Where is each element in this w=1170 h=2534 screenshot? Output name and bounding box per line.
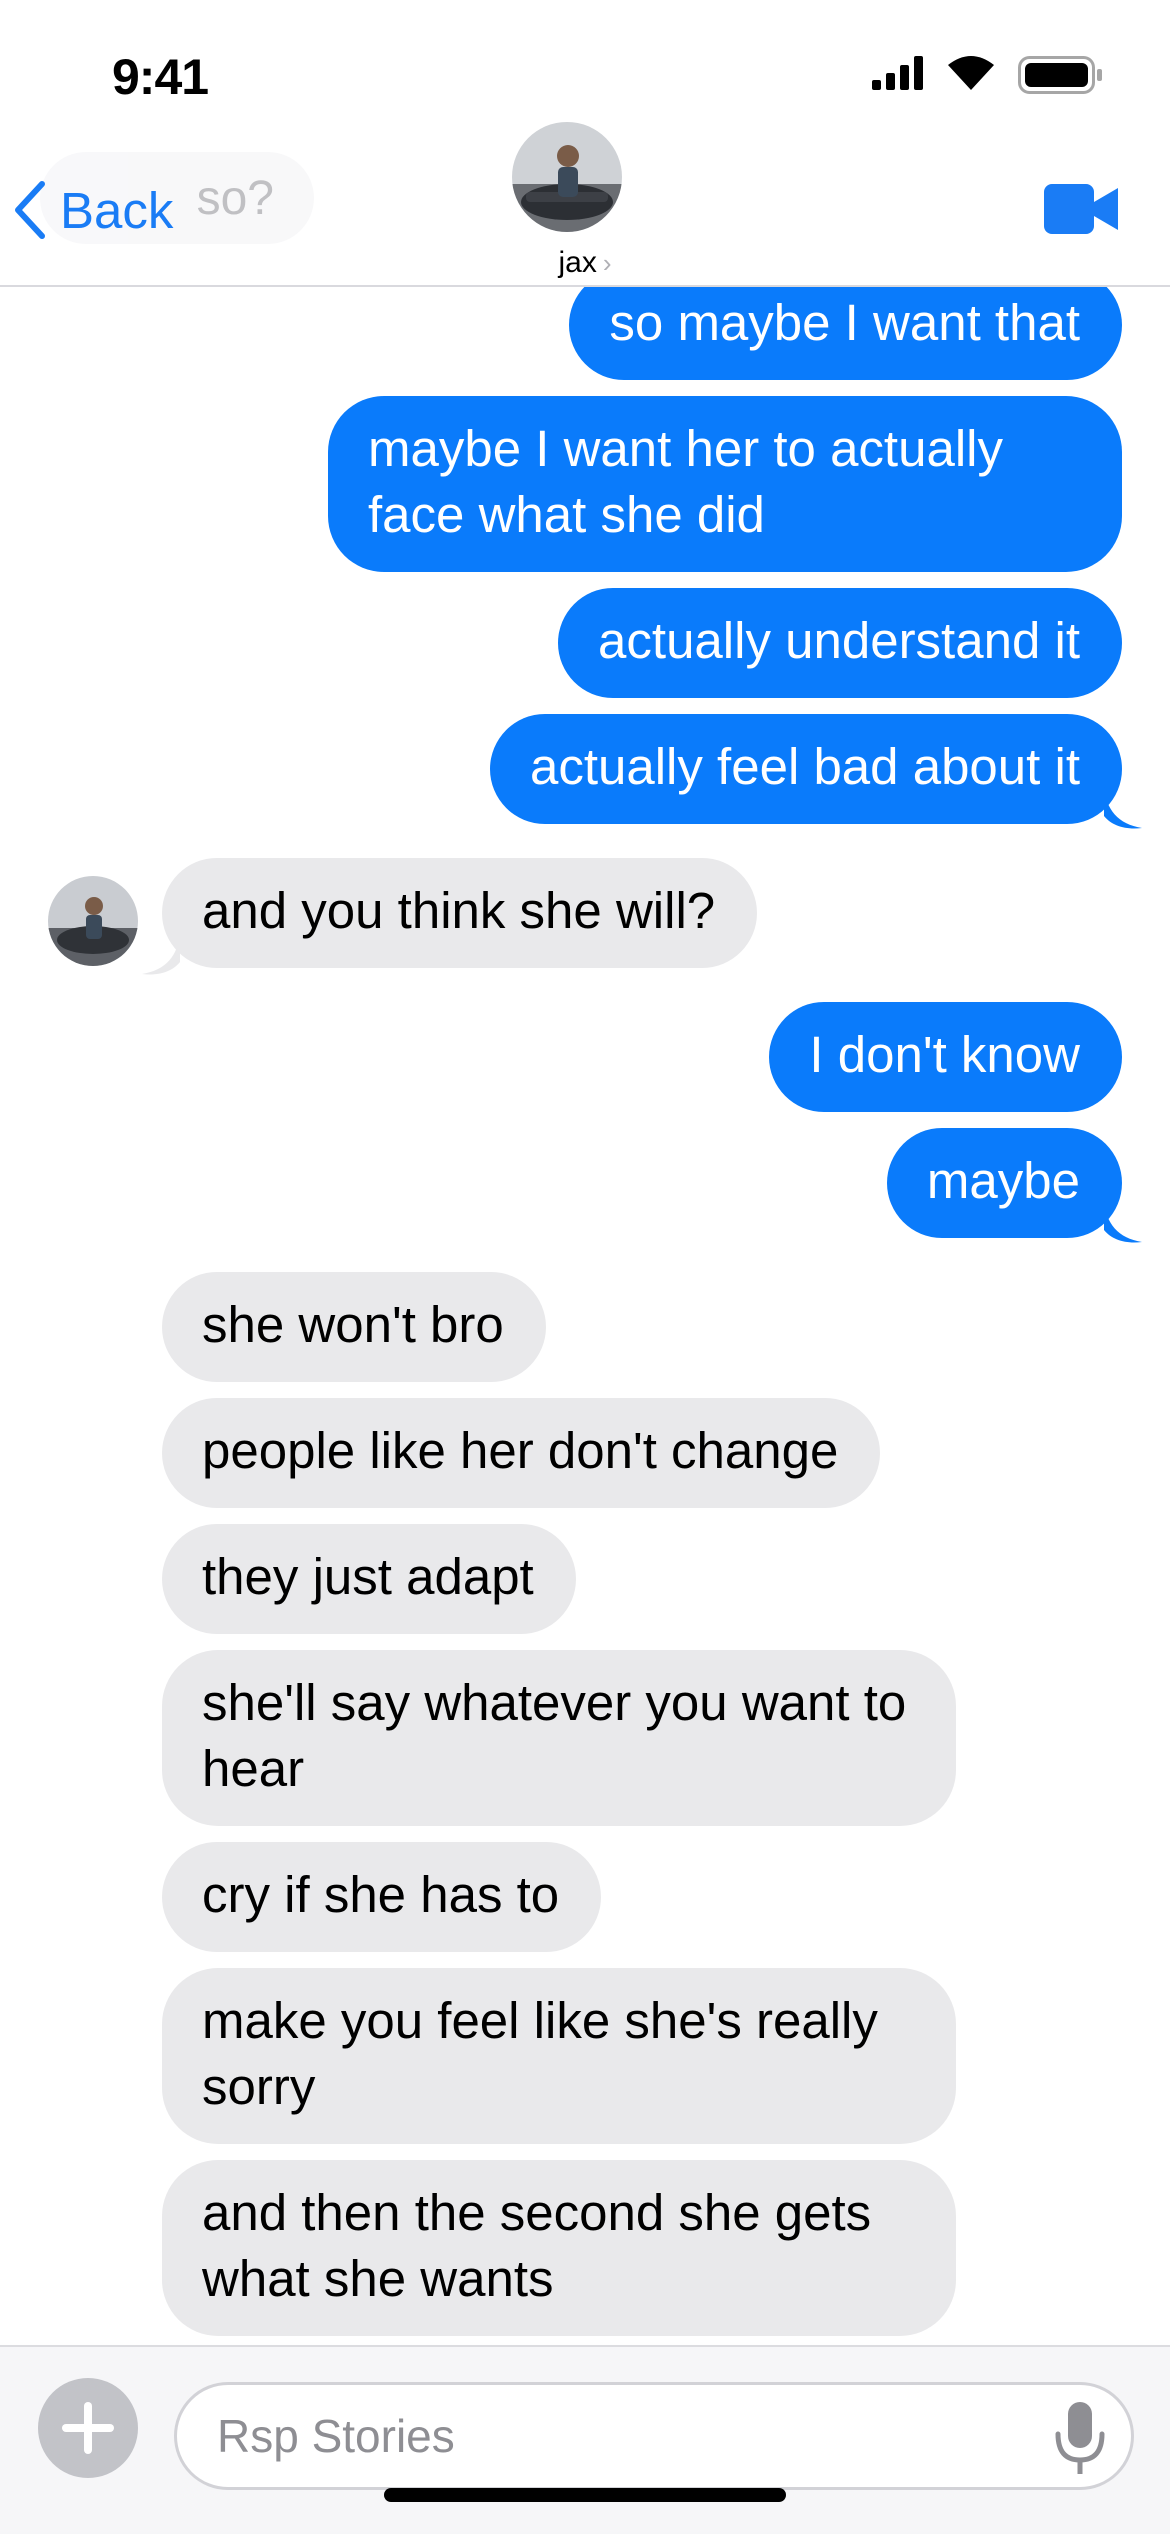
header-avatar[interactable] <box>512 122 622 232</box>
cellular-signal-icon <box>872 56 923 90</box>
message-bubble: they just adapt <box>162 1524 576 1634</box>
message-incoming[interactable]: people like her don't change <box>162 1398 881 1508</box>
contact-avatar[interactable] <box>48 876 138 966</box>
plus-icon <box>62 2402 114 2454</box>
microphone-icon <box>1055 2402 1105 2474</box>
battery-icon <box>1018 56 1102 94</box>
message-input[interactable] <box>174 2382 1134 2490</box>
message-list[interactable]: so maybe I want that maybe I want her to… <box>0 0 1170 2345</box>
message-outgoing[interactable]: actually understand it <box>558 588 1122 698</box>
message-outgoing[interactable]: actually feel bad about it <box>489 714 1142 829</box>
message-bubble: actually feel bad about it <box>489 714 1122 824</box>
plus-button[interactable] <box>38 2378 138 2478</box>
chevron-right-icon: › <box>602 248 612 278</box>
message-incoming[interactable]: they just adapt <box>162 1524 576 1634</box>
bubble-tail <box>142 932 180 975</box>
home-indicator <box>384 2488 786 2502</box>
microphone-button[interactable] <box>1052 2402 1108 2476</box>
message-bubble: make you feel like she's really sorry <box>162 1968 956 2144</box>
message-bubble: maybe I want her to actually face what s… <box>328 396 1122 572</box>
message-incoming[interactable]: cry if she has to <box>162 1842 602 1952</box>
back-button[interactable]: Back <box>12 178 173 242</box>
contact-name-button[interactable]: jax › <box>0 246 1170 280</box>
message-bubble: I don't know <box>769 1002 1122 1112</box>
video-call-button[interactable] <box>1044 184 1118 234</box>
message-incoming[interactable]: and then the second she gets what she wa… <box>162 2160 956 2336</box>
message-incoming[interactable]: and you think she will? <box>142 858 758 975</box>
video-camera-icon <box>1044 184 1118 234</box>
message-bubble: she won't bro <box>162 1272 546 1382</box>
message-bubble: and you think she will? <box>162 858 758 968</box>
message-outgoing[interactable]: maybe I want her to actually face what s… <box>328 396 1122 572</box>
message-outgoing[interactable]: maybe <box>886 1128 1142 1243</box>
wifi-icon <box>948 56 994 90</box>
contact-name: jax <box>558 246 597 279</box>
bubble-tail <box>1104 1200 1142 1243</box>
message-bubble: cry if she has to <box>162 1842 602 1952</box>
message-incoming[interactable]: she won't bro <box>162 1272 546 1382</box>
message-bubble: people like her don't change <box>162 1398 881 1508</box>
message-incoming[interactable]: make you feel like she's really sorry <box>162 1968 956 2144</box>
message-bubble: actually understand it <box>558 588 1122 698</box>
conversation-header: 9:41 so? Back jax › <box>0 0 1170 287</box>
message-bubble: maybe <box>886 1128 1122 1238</box>
chevron-left-icon <box>15 181 45 239</box>
message-outgoing[interactable]: I don't know <box>769 1002 1122 1112</box>
bubble-tail <box>1104 786 1142 829</box>
message-bubble: and then the second she gets what she wa… <box>162 2160 956 2336</box>
message-incoming[interactable]: she'll say whatever you want to hear <box>162 1650 956 1826</box>
preview-text: so? <box>196 171 274 225</box>
back-label: Back <box>60 181 174 239</box>
status-time: 9:41 <box>112 49 209 105</box>
message-bubble: she'll say whatever you want to hear <box>162 1650 956 1826</box>
